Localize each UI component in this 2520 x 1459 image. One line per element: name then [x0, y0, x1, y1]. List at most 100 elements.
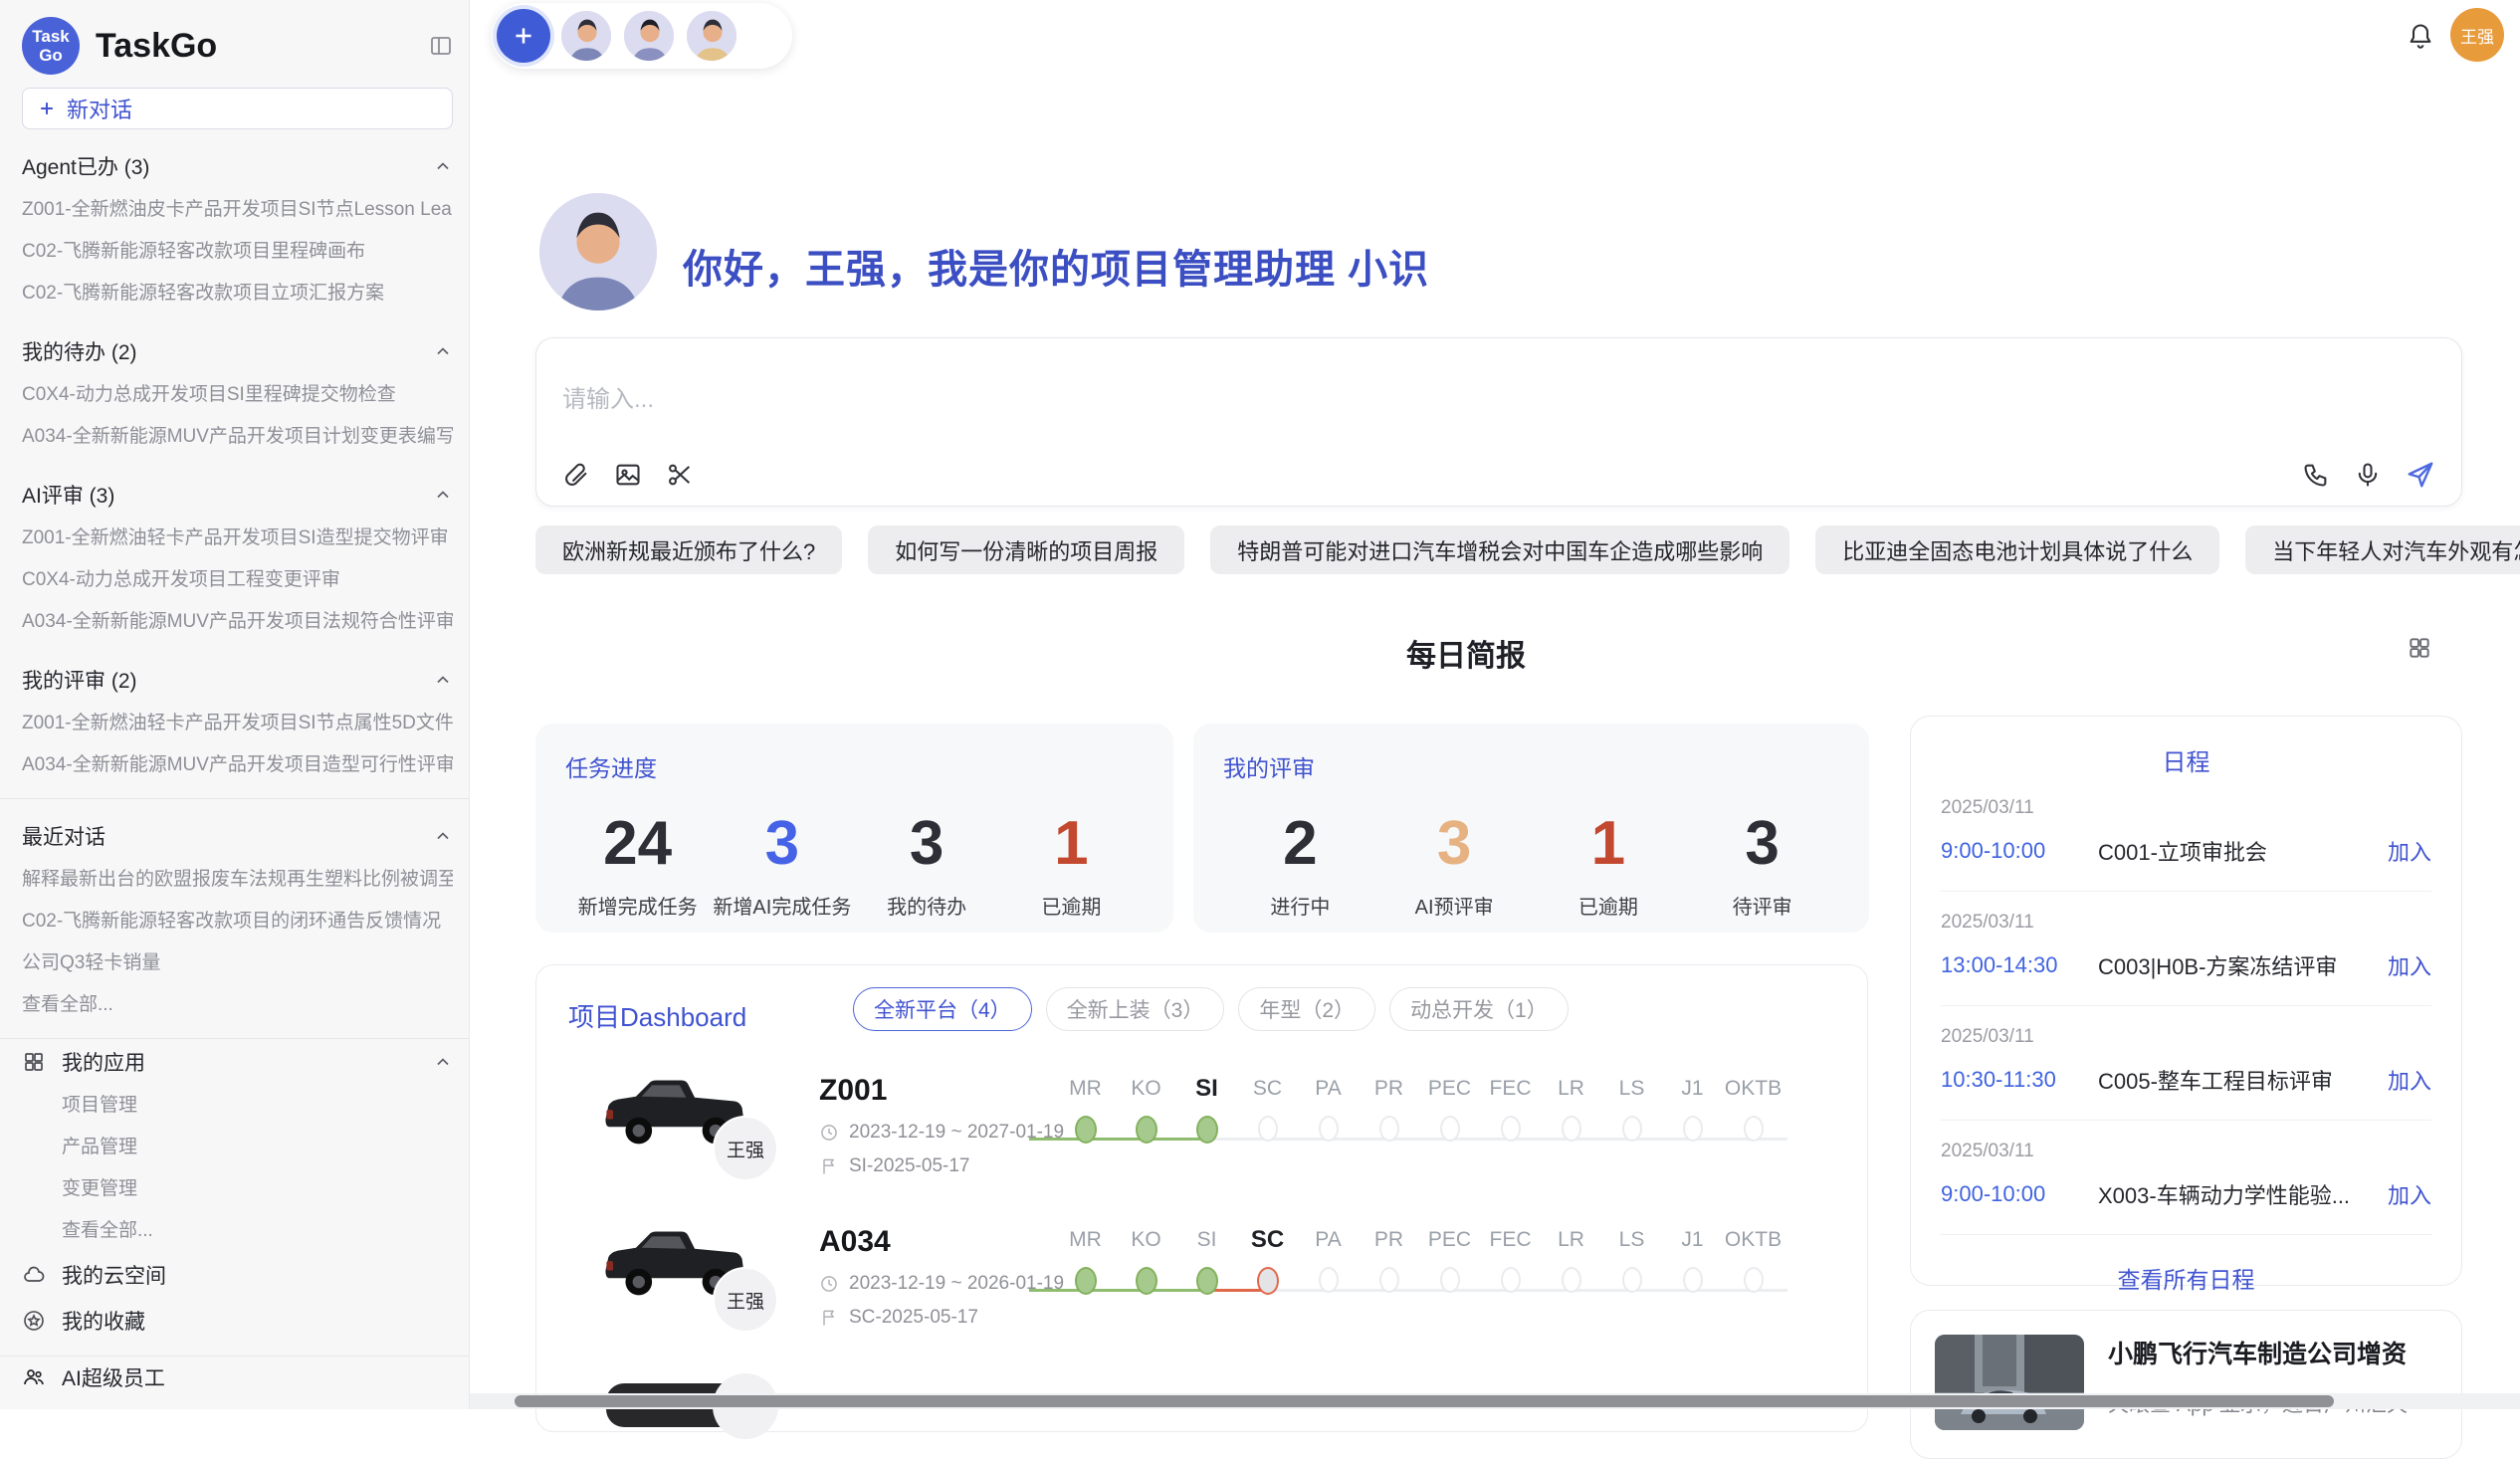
user-avatar[interactable]: 王强 — [2450, 8, 2504, 62]
microphone-icon[interactable] — [2354, 461, 2382, 489]
milestone: PR — [1359, 1221, 1419, 1293]
clock-icon — [819, 1274, 839, 1294]
app-sub-item[interactable]: 变更管理 — [22, 1168, 453, 1210]
recent-chat-item[interactable]: 公司Q3轻卡销量 — [22, 942, 453, 984]
chevron-up-icon[interactable] — [433, 670, 453, 690]
milestone: LR — [1541, 1221, 1601, 1293]
logo-line1: Task — [32, 27, 70, 46]
session-avatar-2[interactable] — [622, 9, 676, 63]
sidebar-section-header[interactable]: 我的评审 (2) — [22, 657, 453, 703]
session-avatar-3[interactable] — [685, 9, 738, 63]
chevron-up-icon[interactable] — [433, 826, 453, 846]
dashboard-tab[interactable]: 全新上装（3） — [1046, 987, 1225, 1031]
sidebar-item-cloud[interactable]: 我的云空间 — [22, 1252, 453, 1298]
project-owner-badge: 王强 — [713, 1267, 778, 1333]
milestone-strip: MRKOSISCPAPRPECFECLRLSJ1OKTB — [1055, 1221, 1811, 1331]
suggestion-chip[interactable]: 比亚迪全固态电池计划具体说了什么 — [1815, 525, 2219, 574]
new-chat-button[interactable]: 新对话 — [22, 88, 453, 129]
milestone: PEC — [1419, 1070, 1480, 1142]
sidebar-item[interactable]: C0X4-动力总成开发项目工程变更评审 — [22, 559, 453, 601]
milestone-label: PEC — [1419, 1221, 1480, 1259]
sidebar-section-header[interactable]: 最近对话 — [22, 813, 453, 859]
sidebar-item[interactable]: A034-全新新能源MUV产品开发项目计划变更表编写 — [22, 416, 453, 458]
chevron-up-icon[interactable] — [433, 341, 453, 361]
sidebar-item[interactable]: C0X4-动力总成开发项目SI里程碑提交物检查 — [22, 374, 453, 416]
milestone: FEC — [1480, 1070, 1541, 1142]
sidebar-item-label: AI超级员工 — [62, 1362, 165, 1392]
sidebar-item[interactable]: Z001-全新燃油皮卡产品开发项目SI节点Lesson Learn报告 — [22, 189, 453, 231]
join-meeting-link[interactable]: 加入 — [2388, 835, 2431, 867]
chevron-up-icon[interactable] — [433, 1052, 453, 1072]
chat-input[interactable] — [562, 386, 2055, 414]
session-avatar-1[interactable] — [559, 9, 613, 63]
project-row[interactable]: 王强A0342023-12-19 ~ 2026-01-19SC-2025-05-… — [536, 1211, 1867, 1362]
milestone-node — [1683, 1267, 1703, 1293]
join-meeting-link[interactable]: 加入 — [2388, 1064, 2431, 1096]
sidebar-item-star[interactable]: 我的收藏 — [22, 1298, 453, 1344]
collapse-sidebar-icon[interactable] — [429, 34, 453, 58]
recent-chat-item[interactable]: C02-飞腾新能源轻客改款项目的闭环通告反馈情况 — [22, 901, 453, 942]
sidebar-item-people[interactable]: AI超级员工 — [22, 1356, 453, 1398]
recent-chat-item[interactable]: 查看全部... — [22, 984, 453, 1026]
voice-call-icon[interactable] — [2302, 461, 2330, 489]
sidebar-item[interactable]: A034-全新新能源MUV产品开发项目法规符合性评审 — [22, 601, 453, 643]
horizontal-scrollbar-thumb[interactable] — [515, 1395, 2334, 1407]
dashboard-tab[interactable]: 全新平台（4） — [853, 987, 1032, 1031]
sidebar-item[interactable]: C02-飞腾新能源轻客改款项目里程碑画布 — [22, 231, 453, 273]
milestone-node — [1622, 1267, 1642, 1293]
milestone: PA — [1298, 1221, 1359, 1293]
news-thumbnail — [1935, 1335, 2084, 1430]
suggestion-chip[interactable]: 如何写一份清晰的项目周报 — [868, 525, 1184, 574]
sidebar-item[interactable]: C02-飞腾新能源轻客改款项目立项汇报方案 — [22, 273, 453, 314]
sidebar-section-title: 最近对话 — [22, 821, 105, 851]
milestone-connector — [1632, 1289, 1693, 1292]
recent-chat-item[interactable]: 解释最新出台的欧盟报废车法规再生塑料比例被调至15%... — [22, 859, 453, 901]
suggestion-chip[interactable]: 当下年轻人对汽车外观有怎样的喜好趋势 — [2245, 525, 2520, 574]
milestone-node — [1622, 1116, 1642, 1142]
app-sub-item[interactable]: 查看全部... — [22, 1210, 453, 1252]
stat-label: 新增AI完成任务 — [710, 891, 854, 920]
sidebar-item[interactable]: Z001-全新燃油轻卡产品开发项目SI造型提交物评审 — [22, 518, 453, 559]
dashboard-tab[interactable]: 动总开发（1） — [1389, 987, 1569, 1031]
add-session-button[interactable] — [497, 9, 550, 63]
stat-value: 3 — [855, 805, 999, 883]
schedule-card: 日程 2025/03/119:00-10:00C001-立项审批会加入2025/… — [1910, 716, 2462, 1286]
sidebar-section-header[interactable]: Agent已办 (3) — [22, 143, 453, 189]
sidebar-item-image[interactable]: 帮我写作 — [22, 1398, 453, 1409]
milestone: J1 — [1662, 1221, 1723, 1293]
milestone-label: LR — [1541, 1221, 1601, 1259]
app-sub-item[interactable]: 项目管理 — [22, 1085, 453, 1127]
project-row[interactable]: 王强Z0012023-12-19 ~ 2027-01-19SI-2025-05-… — [536, 1060, 1867, 1211]
sidebar-item[interactable]: A034-全新新能源MUV产品开发项目造型可行性评审 — [22, 744, 453, 786]
suggestion-chip[interactable]: 欧洲新规最近颁布了什么? — [535, 525, 842, 574]
chevron-up-icon[interactable] — [433, 156, 453, 176]
join-meeting-link[interactable]: 加入 — [2388, 949, 2431, 981]
app-sub-item[interactable]: 产品管理 — [22, 1127, 453, 1168]
dashboard-tab[interactable]: 年型（2） — [1238, 987, 1375, 1031]
project-dates: 2023-12-19 ~ 2026-01-19 — [819, 1273, 1064, 1295]
notification-bell-icon[interactable] — [2407, 22, 2434, 50]
view-all-schedule-link[interactable]: 查看所有日程 — [1941, 1261, 2431, 1295]
sidebar-section-header[interactable]: AI评审 (3) — [22, 472, 453, 518]
join-meeting-link[interactable]: 加入 — [2388, 1178, 2431, 1210]
briefing-layout-icon[interactable] — [2407, 635, 2432, 661]
sidebar-ai-tools: AI超级员工帮我写作创意制图 — [22, 1356, 453, 1409]
suggestion-chip[interactable]: 特朗普可能对进口汽车增税会对中国车企造成哪些影响 — [1210, 525, 1789, 574]
news-card[interactable]: 小鹏飞行汽车制造公司增资 天眼查 App 显示，近日广州汇天飞行汽... — [1910, 1310, 2462, 1459]
attach-file-icon[interactable] — [562, 461, 590, 489]
milestone-label: LS — [1601, 1221, 1662, 1259]
schedule-entry: 2025/03/119:00-10:00C001-立项审批会加入 — [1941, 777, 2431, 892]
schedule-title: 日程 — [1941, 742, 2431, 777]
milestone-connector — [1329, 1138, 1389, 1141]
sidebar-item-my-apps[interactable]: 我的应用 — [22, 1039, 453, 1085]
project-flag-text: SC-2025-05-17 — [849, 1307, 978, 1329]
sidebar-section-title: AI评审 (3) — [22, 480, 114, 510]
sidebar-item[interactable]: Z001-全新燃油轻卡产品开发项目SI节点属性5D文件评审 — [22, 703, 453, 744]
scissors-icon[interactable] — [666, 461, 694, 489]
project-dates: 2023-12-19 ~ 2027-01-19 — [819, 1122, 1064, 1144]
milestone-node — [1136, 1116, 1157, 1144]
attach-image-icon[interactable] — [614, 461, 642, 489]
send-icon[interactable] — [2406, 460, 2435, 490]
chevron-up-icon[interactable] — [433, 485, 453, 505]
sidebar-section-header[interactable]: 我的待办 (2) — [22, 328, 453, 374]
